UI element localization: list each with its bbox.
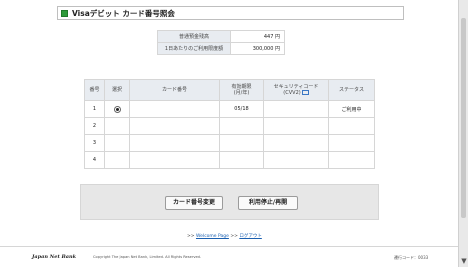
cards-header-row: 番号 選択 カード番号 有効期限 (月/年) セキュリティコード (CVV2) … <box>84 79 375 101</box>
row-select[interactable] <box>104 100 130 118</box>
link-prefix: >> <box>230 234 238 239</box>
col-header-expiry: 有効期限 (月/年) <box>219 79 264 101</box>
chevron-down-icon[interactable]: ▼ <box>460 257 468 265</box>
row-status: ご利用中 <box>328 100 375 118</box>
row-security <box>263 100 329 118</box>
card-select-radio[interactable] <box>113 105 121 113</box>
row-status <box>328 151 375 169</box>
green-square-icon <box>61 9 68 17</box>
table-row: 2 <box>84 117 375 135</box>
row-no: 2 <box>84 117 105 135</box>
row-card-no <box>129 134 220 152</box>
col-header-no: 番号 <box>84 79 105 101</box>
page-title: Visaデビット カード番号照会 <box>72 8 175 18</box>
row-status <box>328 134 375 152</box>
logout-link[interactable]: ログアウト <box>239 234 262 239</box>
limit-row: 1日あたりのご利用限度額 300,000 円 <box>157 42 285 55</box>
info-card-icon[interactable] <box>301 90 309 95</box>
row-expiry <box>219 134 264 152</box>
page-title-bar: Visaデビット カード番号照会 <box>57 6 404 20</box>
welcome-page-link[interactable]: Welcome Page <box>196 234 229 239</box>
table-row: 3 <box>84 134 375 152</box>
row-security <box>263 151 329 169</box>
limit-value: 300,000 円 <box>230 42 285 55</box>
table-row: 4 <box>84 151 375 169</box>
cards-table: 番号 選択 カード番号 有効期限 (月/年) セキュリティコード (CVV2) … <box>84 79 375 169</box>
footer: Japan Net Bank Copyright The Japan Net B… <box>0 246 458 267</box>
row-expiry <box>219 151 264 169</box>
footer-links: >> Welcome Page >> ログアウト <box>187 233 262 239</box>
suspend-resume-button[interactable]: 利用停止/再開 <box>238 196 298 210</box>
link-prefix: >> <box>187 234 195 239</box>
row-security <box>263 134 329 152</box>
row-expiry <box>219 117 264 135</box>
row-card-no <box>129 100 220 118</box>
table-row: 1 05/18 ご利用中 <box>84 100 375 118</box>
col-header-security: セキュリティコード (CVV2) <box>263 79 329 101</box>
col-header-security-line2: (CVV2) <box>264 90 328 96</box>
col-header-security-line2-text: (CVV2) <box>283 90 301 96</box>
col-header-expiry-line2: (月/年) <box>233 90 250 96</box>
row-status <box>328 117 375 135</box>
row-select <box>104 134 130 152</box>
row-card-no <box>129 117 220 135</box>
row-expiry: 05/18 <box>219 100 264 118</box>
row-card-no <box>129 151 220 169</box>
row-no: 1 <box>84 100 105 118</box>
row-security <box>263 117 329 135</box>
transaction-code: 遷行コード：0033 <box>394 255 429 260</box>
row-no: 3 <box>84 134 105 152</box>
col-header-status: ステータス <box>328 79 375 101</box>
col-header-select: 選択 <box>104 79 130 101</box>
bank-logo: Japan Net Bank <box>32 254 77 260</box>
copyright-text: Copyright The Japan Net Bank, Limited. A… <box>93 255 202 259</box>
change-card-number-button[interactable]: カード番号変更 <box>165 196 223 210</box>
col-header-card-no: カード番号 <box>129 79 220 101</box>
balance-label: 普通預金残高 <box>157 30 231 43</box>
balance-table: 普通預金残高 447 円 1日あたりのご利用限度額 300,000 円 <box>157 30 285 55</box>
row-no: 4 <box>84 151 105 169</box>
limit-label: 1日あたりのご利用限度額 <box>157 42 231 55</box>
scrollbar-thumb[interactable] <box>461 18 466 218</box>
action-panel: カード番号変更 利用停止/再開 <box>80 184 379 220</box>
balance-value: 447 円 <box>230 30 285 43</box>
row-select <box>104 117 130 135</box>
vertical-scrollbar[interactable]: ▼ <box>458 0 468 267</box>
balance-row: 普通預金残高 447 円 <box>157 30 285 43</box>
row-select <box>104 151 130 169</box>
